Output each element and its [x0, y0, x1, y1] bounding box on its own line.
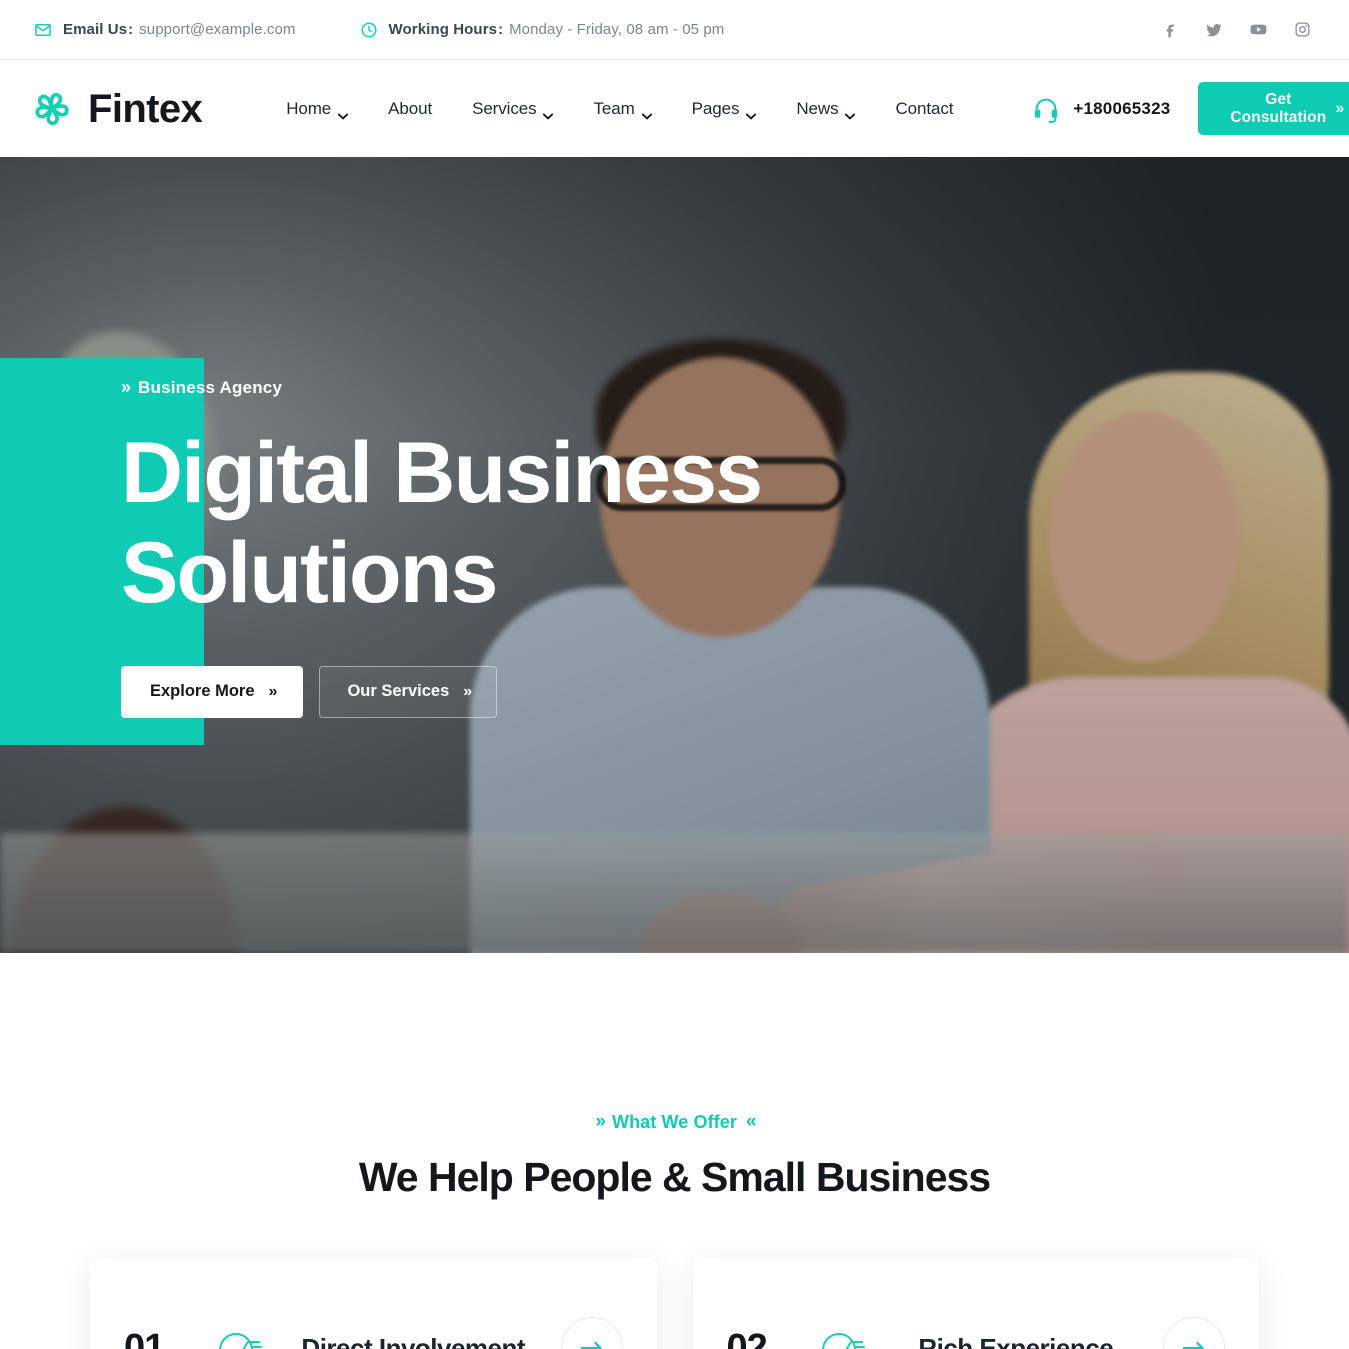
- nav-item-about[interactable]: About: [368, 99, 452, 119]
- nav-item-pages[interactable]: Pages: [672, 98, 777, 120]
- hero-eyebrow: » Business Agency: [121, 377, 1021, 398]
- top-utility-bar: Email Us : support@example.com Working H…: [0, 0, 1349, 60]
- headset-icon: [1031, 94, 1061, 124]
- our-services-button[interactable]: Our Services »: [319, 665, 498, 718]
- offer-card[interactable]: 01 Direct Involvement: [90, 1258, 657, 1349]
- double-chevron-right-icon: »: [268, 682, 278, 700]
- hero-section: » Business Agency Digital Business Solut…: [0, 157, 1349, 953]
- arrow-right-icon: [1183, 1341, 1204, 1349]
- explore-more-label: Explore More: [150, 682, 255, 700]
- card-arrow-button[interactable]: [560, 1317, 623, 1349]
- brand-name: Fintex: [88, 86, 203, 131]
- arrow-right-icon: [580, 1341, 602, 1349]
- nav-item-contact[interactable]: Contact: [875, 99, 973, 119]
- email-value[interactable]: support@example.com: [139, 21, 295, 38]
- flower-logo-icon: [28, 85, 75, 132]
- email-label: Email Us: [63, 21, 128, 38]
- envelope-icon: [34, 21, 52, 39]
- nav-label: News: [796, 98, 839, 118]
- nav-label: Pages: [691, 98, 740, 118]
- hero-title-line-1: Digital Business: [121, 425, 763, 521]
- main-navigation: Home About Services Team Pages News Cont…: [266, 98, 973, 120]
- nav-label: About: [388, 98, 433, 118]
- double-chevron-right-icon: »: [463, 682, 472, 700]
- offer-eyebrow-text: What We Offer: [612, 1111, 737, 1132]
- twitter-icon[interactable]: [1205, 21, 1223, 39]
- offer-eyebrow: » What We Offer «: [595, 1111, 756, 1133]
- double-chevron-right-icon: »: [121, 377, 131, 397]
- chevron-down-icon: [338, 105, 349, 120]
- cta-label: Get Consultation: [1230, 90, 1327, 126]
- social-links: [1162, 20, 1319, 39]
- offer-title: We Help People & Small Business: [358, 1154, 991, 1200]
- explore-more-button[interactable]: Explore More »: [121, 665, 304, 718]
- hero-eyebrow-text: Business Agency: [138, 377, 283, 397]
- hero-title-line-2: Solutions: [121, 524, 498, 621]
- service-line-icon: [813, 1320, 869, 1349]
- nav-item-team[interactable]: Team: [573, 98, 671, 120]
- nav-label: Services: [472, 98, 537, 118]
- youtube-icon[interactable]: [1249, 20, 1268, 39]
- working-hours-colon: :: [498, 21, 504, 38]
- nav-label: Contact: [895, 98, 954, 118]
- chevron-down-icon: [641, 105, 652, 120]
- service-line-icon: [210, 1320, 266, 1349]
- chevron-down-icon: [543, 105, 554, 120]
- hero-buttons: Explore More » Our Services »: [121, 665, 1021, 718]
- facebook-icon[interactable]: [1162, 21, 1179, 38]
- offer-section: » What We Offer « We Help People & Small…: [0, 953, 1349, 1201]
- double-chevron-right-icon: »: [595, 1111, 605, 1132]
- working-hours-label: Working Hours: [388, 21, 498, 38]
- hero-content: » Business Agency Digital Business Solut…: [121, 377, 1021, 718]
- double-chevron-left-icon: «: [745, 1111, 756, 1132]
- phone-contact[interactable]: +180065323: [1031, 94, 1170, 124]
- working-hours-info: Working Hours : Monday - Friday, 08 am -…: [360, 21, 725, 39]
- nav-item-news[interactable]: News: [776, 98, 875, 120]
- nav-item-services[interactable]: Services: [452, 98, 573, 120]
- card-title: Direct Involvement: [301, 1332, 526, 1349]
- working-hours-value: Monday - Friday, 08 am - 05 pm: [509, 21, 725, 38]
- instagram-icon[interactable]: [1294, 21, 1311, 38]
- card-arrow-button[interactable]: [1163, 1317, 1225, 1349]
- chevron-down-icon: [746, 105, 757, 120]
- hero-title: Digital Business Solutions: [121, 424, 1021, 624]
- phone-number: +180065323: [1073, 98, 1171, 118]
- offer-cards: 01 Direct Involvement 02 Rich Experience: [0, 1258, 1349, 1349]
- chevron-down-icon: [845, 105, 856, 120]
- nav-label: Team: [593, 98, 635, 118]
- card-title: Rich Experience: [918, 1332, 1114, 1349]
- clock-icon: [360, 21, 378, 39]
- brand-logo[interactable]: Fintex: [28, 85, 203, 132]
- card-number: 01: [124, 1326, 165, 1349]
- our-services-label: Our Services: [347, 682, 450, 700]
- site-header: Fintex Home About Services Team Pages Ne…: [0, 60, 1349, 157]
- email-colon: :: [128, 21, 134, 38]
- get-consultation-button[interactable]: Get Consultation »: [1198, 82, 1349, 135]
- email-info: Email Us : support@example.com: [34, 21, 296, 39]
- offer-card[interactable]: 02 Rich Experience: [692, 1258, 1259, 1349]
- nav-item-home[interactable]: Home: [266, 98, 368, 120]
- double-chevron-right-icon: »: [1335, 99, 1344, 117]
- nav-label: Home: [286, 98, 332, 118]
- card-number: 02: [726, 1326, 768, 1349]
